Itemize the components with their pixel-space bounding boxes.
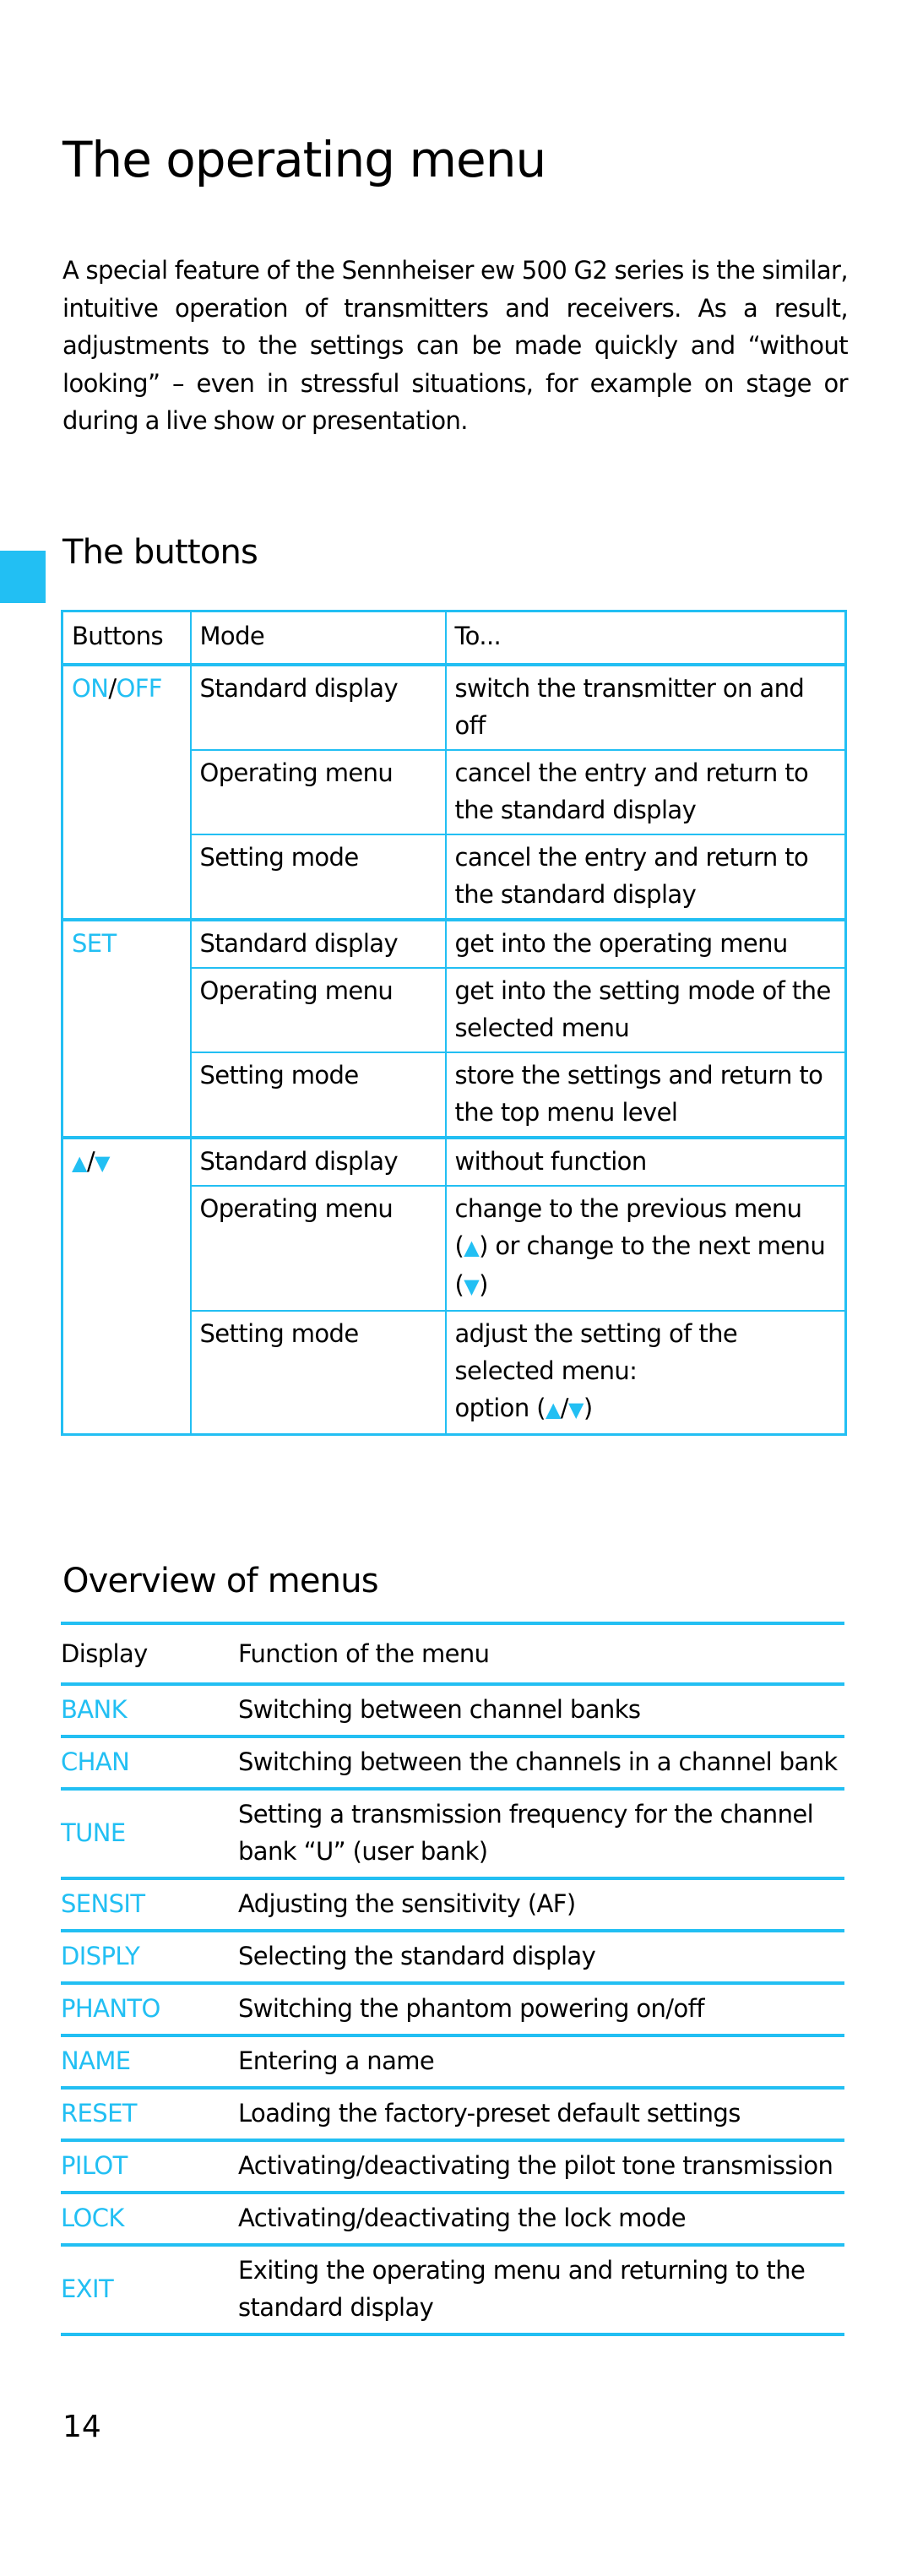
action-cell: cancel the entry and return to the stand…	[444, 834, 847, 921]
down-arrow-icon: ▼	[464, 1274, 480, 1298]
menu-function: Activating/deactivating the pilot tone t…	[238, 2140, 844, 2194]
action-cell: change to the previous menu (▲) or chang…	[444, 1185, 847, 1312]
menu-function: Switching between channel banks	[238, 1684, 844, 1738]
overview-table: Display Function of the menu BANK Switchi…	[61, 1622, 844, 2336]
action-cell: cancel the entry and return to the stand…	[444, 749, 847, 835]
header-to: To...	[444, 610, 847, 666]
menu-function: Loading the factory-preset default setti…	[238, 2088, 844, 2142]
buttons-table: Buttons Mode To... ON/OFF Standard displ…	[61, 610, 847, 1436]
action-text: option (	[454, 1394, 546, 1422]
overview-table-header: Display Function of the menu	[61, 1623, 844, 1686]
button-cell-set: SET	[61, 919, 192, 1139]
up-arrow-icon: ▲	[72, 1151, 87, 1175]
buttons-heading: The buttons	[62, 533, 258, 572]
header-function: Function of the menu	[238, 1623, 844, 1686]
mode-cell: Setting mode	[189, 834, 447, 921]
intro-paragraph: A special feature of the Sennheiser ew 5…	[62, 256, 849, 435]
menu-row-exit: EXIT Exiting the operating menu and retur…	[61, 2245, 844, 2336]
page-title: The operating menu	[62, 131, 546, 188]
menu-display-code: LOCK	[61, 2193, 238, 2247]
up-arrow-icon: ▲	[545, 1398, 561, 1421]
separator: /	[86, 1147, 95, 1176]
mode-cell: Setting mode	[189, 1052, 447, 1139]
menu-display-code: DISPLY	[61, 1931, 238, 1985]
menu-function: Switching the phantom powering on/off	[238, 1983, 844, 2037]
menu-function: Switching between the channels in a chan…	[238, 1736, 844, 1791]
menu-display-code: BANK	[61, 1684, 238, 1738]
down-arrow-icon: ▼	[95, 1151, 110, 1175]
menu-function: Setting a transmission frequency for the…	[238, 1789, 844, 1880]
off-label: OFF	[116, 674, 163, 703]
mode-cell: Operating menu	[189, 1185, 447, 1312]
menu-row-bank: BANK Switching between channel banks	[61, 1684, 844, 1738]
menu-function: Exiting the operating menu and returning…	[238, 2245, 844, 2336]
down-arrow-icon: ▼	[567, 1398, 584, 1421]
menu-display-code: TUNE	[61, 1789, 238, 1880]
menu-display-code: EXIT	[61, 2245, 238, 2336]
button-cell-on-off: ON/OFF	[61, 664, 192, 921]
separator: /	[108, 674, 117, 703]
mode-cell: Operating menu	[189, 967, 447, 1053]
action-cell: get into the operating menu	[444, 919, 847, 969]
action-cell: adjust the setting of the selected menu:…	[444, 1310, 847, 1436]
action-cell: get into the setting mode of the selecte…	[444, 967, 847, 1053]
action-text: ) or change to the next menu (	[454, 1231, 826, 1299]
action-cell: store the settings and return to the top…	[444, 1052, 847, 1139]
overview-heading: Overview of menus	[62, 1562, 379, 1600]
action-text: )	[479, 1270, 488, 1299]
mode-cell: Setting mode	[189, 1310, 447, 1436]
set-label: SET	[72, 929, 117, 958]
header-buttons: Buttons	[61, 610, 192, 666]
menu-function: Selecting the standard display	[238, 1931, 844, 1985]
table-row: SET Standard display get into the operat…	[61, 919, 847, 1139]
header-mode: Mode	[189, 610, 447, 666]
mode-cell: Standard display	[189, 664, 447, 751]
header-display: Display	[61, 1623, 238, 1686]
mode-cell: Operating menu	[189, 749, 447, 835]
action-text: )	[583, 1394, 593, 1422]
table-row: ON/OFF Standard display switch the trans…	[61, 664, 847, 921]
up-arrow-icon: ▲	[464, 1236, 480, 1259]
menu-function: Adjusting the sensitivity (AF)	[238, 1878, 844, 1932]
mode-cell: Standard display	[189, 919, 447, 969]
action-cell: switch the transmitter on and off	[444, 664, 847, 751]
action-text: adjust the setting of the selected menu:	[454, 1319, 738, 1385]
action-cell: without function	[444, 1137, 847, 1187]
menu-row-disply: DISPLY Selecting the standard display	[61, 1931, 844, 1985]
button-group-set: SET Standard display get into the operat…	[61, 919, 847, 1139]
menu-display-code: RESET	[61, 2088, 238, 2142]
separator: /	[560, 1394, 569, 1422]
menu-row-sensit: SENSIT Adjusting the sensitivity (AF)	[61, 1878, 844, 1932]
menu-function: Entering a name	[238, 2035, 844, 2090]
menu-row-reset: RESET Loading the factory-preset default …	[61, 2088, 844, 2142]
menu-display-code: PHANTO	[61, 1983, 238, 2037]
menu-row-tune: TUNE Setting a transmission frequency for…	[61, 1789, 844, 1880]
section-marker	[0, 551, 46, 603]
menu-function: Activating/deactivating the lock mode	[238, 2193, 844, 2247]
table-row: ▲/▼ Standard display without function	[61, 1137, 847, 1436]
menu-row-chan: CHAN Switching between the channels in a …	[61, 1736, 844, 1791]
buttons-table-header: Buttons Mode To...	[61, 610, 847, 666]
button-group-up-down: ▲/▼ Standard display without function Op…	[61, 1137, 847, 1436]
menu-row-phanto: PHANTO Switching the phantom powering on/…	[61, 1983, 844, 2037]
page-number: 14	[62, 2410, 101, 2444]
button-group-on-off: ON/OFF Standard display switch the trans…	[61, 664, 847, 921]
menu-display-code: PILOT	[61, 2140, 238, 2194]
on-label: ON	[72, 674, 109, 703]
menu-row-pilot: PILOT Activating/deactivating the pilot t…	[61, 2140, 844, 2194]
menu-display-code: SENSIT	[61, 1878, 238, 1932]
menu-row-lock: LOCK Activating/deactivating the lock mod…	[61, 2193, 844, 2247]
menu-display-code: NAME	[61, 2035, 238, 2090]
menu-row-name: NAME Entering a name	[61, 2035, 844, 2090]
mode-cell: Standard display	[189, 1137, 447, 1187]
menu-display-code: CHAN	[61, 1736, 238, 1791]
button-cell-up-down: ▲/▼	[61, 1137, 192, 1436]
overview-table-body: BANK Switching between channel banks CHAN S…	[61, 1684, 844, 2336]
